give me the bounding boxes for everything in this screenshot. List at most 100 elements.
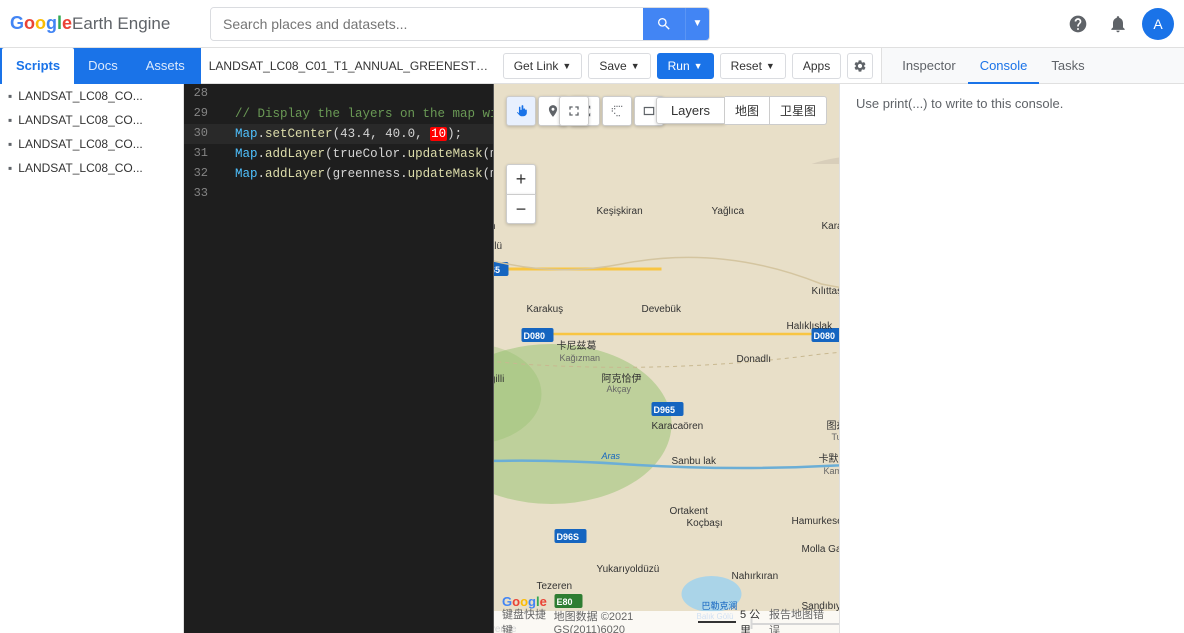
- chevron-down-icon: ▼: [631, 61, 640, 71]
- chevron-down-icon: ▼: [694, 61, 703, 71]
- code-line-31: 31 Map.addLayer(trueColor.updateMask(mas…: [184, 144, 493, 164]
- search-input[interactable]: [211, 8, 643, 40]
- svg-text:Tezeren: Tezeren: [537, 581, 573, 592]
- search-icon: [656, 16, 672, 32]
- list-item[interactable]: ▪ LANDSAT_LC08_CO...: [0, 132, 183, 156]
- svg-text:图兹卢察: 图兹卢察: [827, 419, 840, 432]
- search-dropdown-button[interactable]: ▼: [685, 8, 709, 40]
- svg-text:Çengilli: Çengilli: [494, 374, 504, 385]
- svg-text:Devebük: Devebük: [642, 304, 682, 315]
- file-name: LANDSAT_LC08_C01_T1_ANNUAL_GREENEST_T...: [209, 59, 489, 73]
- svg-text:Tuzluca: Tuzluca: [832, 432, 840, 442]
- svg-text:D080: D080: [524, 331, 546, 341]
- app-logo: Google Earth Engine: [10, 13, 200, 34]
- fullscreen-button[interactable]: [559, 96, 589, 126]
- chevron-down-icon: ▼: [766, 61, 775, 71]
- svg-text:D965: D965: [654, 405, 676, 415]
- tab-inspector[interactable]: Inspector: [890, 48, 967, 84]
- editor-toolbar: LANDSAT_LC08_C01_T1_ANNUAL_GREENEST_T...…: [201, 48, 881, 83]
- satellite-type-button[interactable]: 卫星图: [770, 96, 827, 125]
- svg-text:Yağlıca: Yağlıca: [712, 206, 745, 217]
- svg-text:卡默什利: 卡默什利: [819, 452, 840, 465]
- bell-icon: [1108, 14, 1128, 34]
- svg-text:Ortakent: Ortakent: [670, 506, 709, 517]
- tab-tasks[interactable]: Tasks: [1039, 48, 1096, 84]
- sidebar-item-label: LANDSAT_LC08_CO...: [18, 89, 143, 103]
- help-button[interactable]: [1062, 8, 1094, 40]
- code-line-29: 29 // Display the layers on the map with…: [184, 104, 493, 124]
- svg-text:Böcüklü: Böcüklü: [494, 241, 502, 252]
- rectangle-icon: [642, 104, 656, 118]
- map-area[interactable]: 巴勒克澜 Balık Gölü D965 D080 D080 D957 D965: [494, 84, 839, 633]
- svg-text:Keşişkiran: Keşişkiran: [597, 206, 643, 217]
- run-button[interactable]: Run ▼: [657, 53, 714, 79]
- sidebar-item-label: LANDSAT_LC08_CO...: [18, 137, 143, 151]
- zoom-out-button[interactable]: −: [506, 194, 536, 224]
- keyboard-shortcuts-link[interactable]: 键盘快捷键: [502, 606, 554, 633]
- tab-docs[interactable]: Docs: [74, 48, 132, 84]
- get-link-button[interactable]: Get Link ▼: [503, 53, 583, 79]
- svg-text:Hamurkesen: Hamurkesen: [792, 516, 840, 527]
- svg-text:D96S: D96S: [557, 532, 580, 542]
- logo-e: e: [62, 13, 72, 34]
- file-icon: ▪: [8, 137, 12, 151]
- right-panel: Use print(...) to write to this console.: [839, 84, 1184, 633]
- apps-button[interactable]: Apps: [792, 53, 841, 79]
- logo-o2: o: [35, 13, 46, 34]
- tab-assets[interactable]: Assets: [132, 48, 199, 84]
- polygon-icon: [610, 104, 624, 118]
- svg-text:Nahırkıran: Nahırkıran: [732, 571, 779, 582]
- reset-button[interactable]: Reset ▼: [720, 53, 786, 79]
- svg-text:Karacaören: Karacaören: [652, 421, 704, 432]
- svg-text:Akçay: Akçay: [607, 384, 632, 394]
- map-type-button[interactable]: 地图: [725, 96, 770, 125]
- svg-text:卡尼兹葛: 卡尼兹葛: [557, 339, 597, 352]
- layers-widget: Layers 地图 卫星图: [656, 96, 827, 125]
- code-line-28: 28: [184, 84, 493, 104]
- svg-text:Karakuş: Karakuş: [527, 304, 564, 315]
- polygon-tool-button[interactable]: [602, 96, 632, 126]
- top-nav: Google Earth Engine ▼ A: [0, 0, 1184, 48]
- avatar[interactable]: A: [1142, 8, 1174, 40]
- tab-console[interactable]: Console: [968, 48, 1040, 84]
- report-link[interactable]: 报告地图错误: [769, 606, 831, 633]
- search-button[interactable]: [643, 8, 685, 40]
- svg-text:Karabağ: Karabağ: [822, 221, 840, 232]
- layers-button[interactable]: Layers: [656, 97, 725, 124]
- save-button[interactable]: Save ▼: [588, 53, 650, 79]
- tab-scripts[interactable]: Scripts: [2, 48, 74, 84]
- notifications-button[interactable]: [1102, 8, 1134, 40]
- svg-text:Donadlı: Donadlı: [737, 354, 771, 365]
- svg-text:Aras: Aras: [601, 451, 621, 461]
- zoom-controls: + −: [506, 164, 536, 224]
- console-content: Use print(...) to write to this console.: [840, 84, 1184, 633]
- svg-text:D965: D965: [494, 265, 500, 275]
- map-scale: 5 公里: [698, 606, 769, 633]
- code-editor[interactable]: 28 29 // Display the layers on the map w…: [184, 84, 494, 633]
- sidebar-item-label: LANDSAT_LC08_CO...: [18, 113, 143, 127]
- logo-g: G: [10, 13, 24, 34]
- svg-text:Kamisli: Kamisli: [824, 466, 840, 476]
- hand-icon: [514, 104, 528, 118]
- code-line-30: 30 Map.setCenter(43.4, 40.0, 10);: [184, 124, 493, 144]
- list-item[interactable]: ▪ LANDSAT_LC08_CO...: [0, 156, 183, 180]
- code-line-32: 32 Map.addLayer(greenness.updateMask(mas…: [184, 164, 493, 184]
- map-svg-overlay: 巴勒克澜 Balık Gölü D965 D080 D080 D957 D965: [494, 84, 839, 633]
- settings-button[interactable]: [847, 53, 873, 79]
- list-item[interactable]: ▪ LANDSAT_LC08_CO...: [0, 84, 183, 108]
- file-icon: ▪: [8, 113, 12, 127]
- svg-text:D080: D080: [814, 331, 836, 341]
- svg-text:Yukarıyoldüzü: Yukarıyoldüzü: [597, 564, 660, 575]
- pan-tool-button[interactable]: [506, 96, 536, 126]
- fullscreen-icon: [566, 103, 582, 119]
- file-icon: ▪: [8, 161, 12, 175]
- svg-text:Kılıttaşı: Kılıttaşı: [812, 286, 840, 297]
- scripts-tabs-container: Scripts Docs Assets: [0, 48, 201, 84]
- logo-o1: o: [24, 13, 35, 34]
- svg-text:Şaban: Şaban: [494, 221, 495, 232]
- list-item[interactable]: ▪ LANDSAT_LC08_CO...: [0, 108, 183, 132]
- sidebar-item-label: LANDSAT_LC08_CO...: [18, 161, 143, 175]
- map-bottom-bar: 键盘快捷键 地图数据 ©2021 GS(2011)6020 5 公里 报告地图错…: [494, 611, 839, 633]
- logo-rest: Earth Engine: [72, 14, 170, 34]
- zoom-in-button[interactable]: +: [506, 164, 536, 194]
